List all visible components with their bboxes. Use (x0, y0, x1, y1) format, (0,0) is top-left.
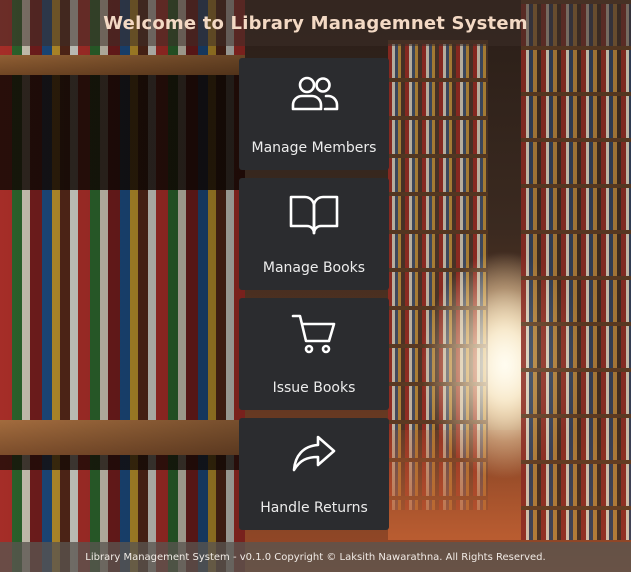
copyright-text: Library Management System - v0.1.0 Copyr… (85, 551, 546, 563)
issue-books-button[interactable]: Issue Books (239, 298, 389, 410)
handle-returns-label: Handle Returns (260, 500, 368, 516)
footer-bar: Library Management System - v0.1.0 Copyr… (0, 542, 631, 572)
manage-books-button[interactable]: Manage Books (239, 178, 389, 290)
handle-returns-button[interactable]: Handle Returns (239, 418, 389, 530)
page-title: Welcome to Library Managemnet System (103, 12, 528, 34)
book-open-icon (288, 192, 340, 236)
users-icon (288, 72, 340, 116)
manage-books-label: Manage Books (262, 260, 366, 276)
shopping-cart-icon (288, 312, 340, 356)
manage-members-label: Manage Members (251, 140, 377, 156)
header-bar: Welcome to Library Managemnet System (0, 0, 631, 46)
share-arrow-icon (288, 432, 340, 476)
issue-books-label: Issue Books (272, 380, 356, 396)
background-shelf-right (521, 0, 631, 540)
background-shelf-left (0, 0, 245, 572)
manage-members-button[interactable]: Manage Members (239, 58, 389, 170)
main-menu: Manage Members Manage Books Issue Books … (239, 58, 389, 538)
